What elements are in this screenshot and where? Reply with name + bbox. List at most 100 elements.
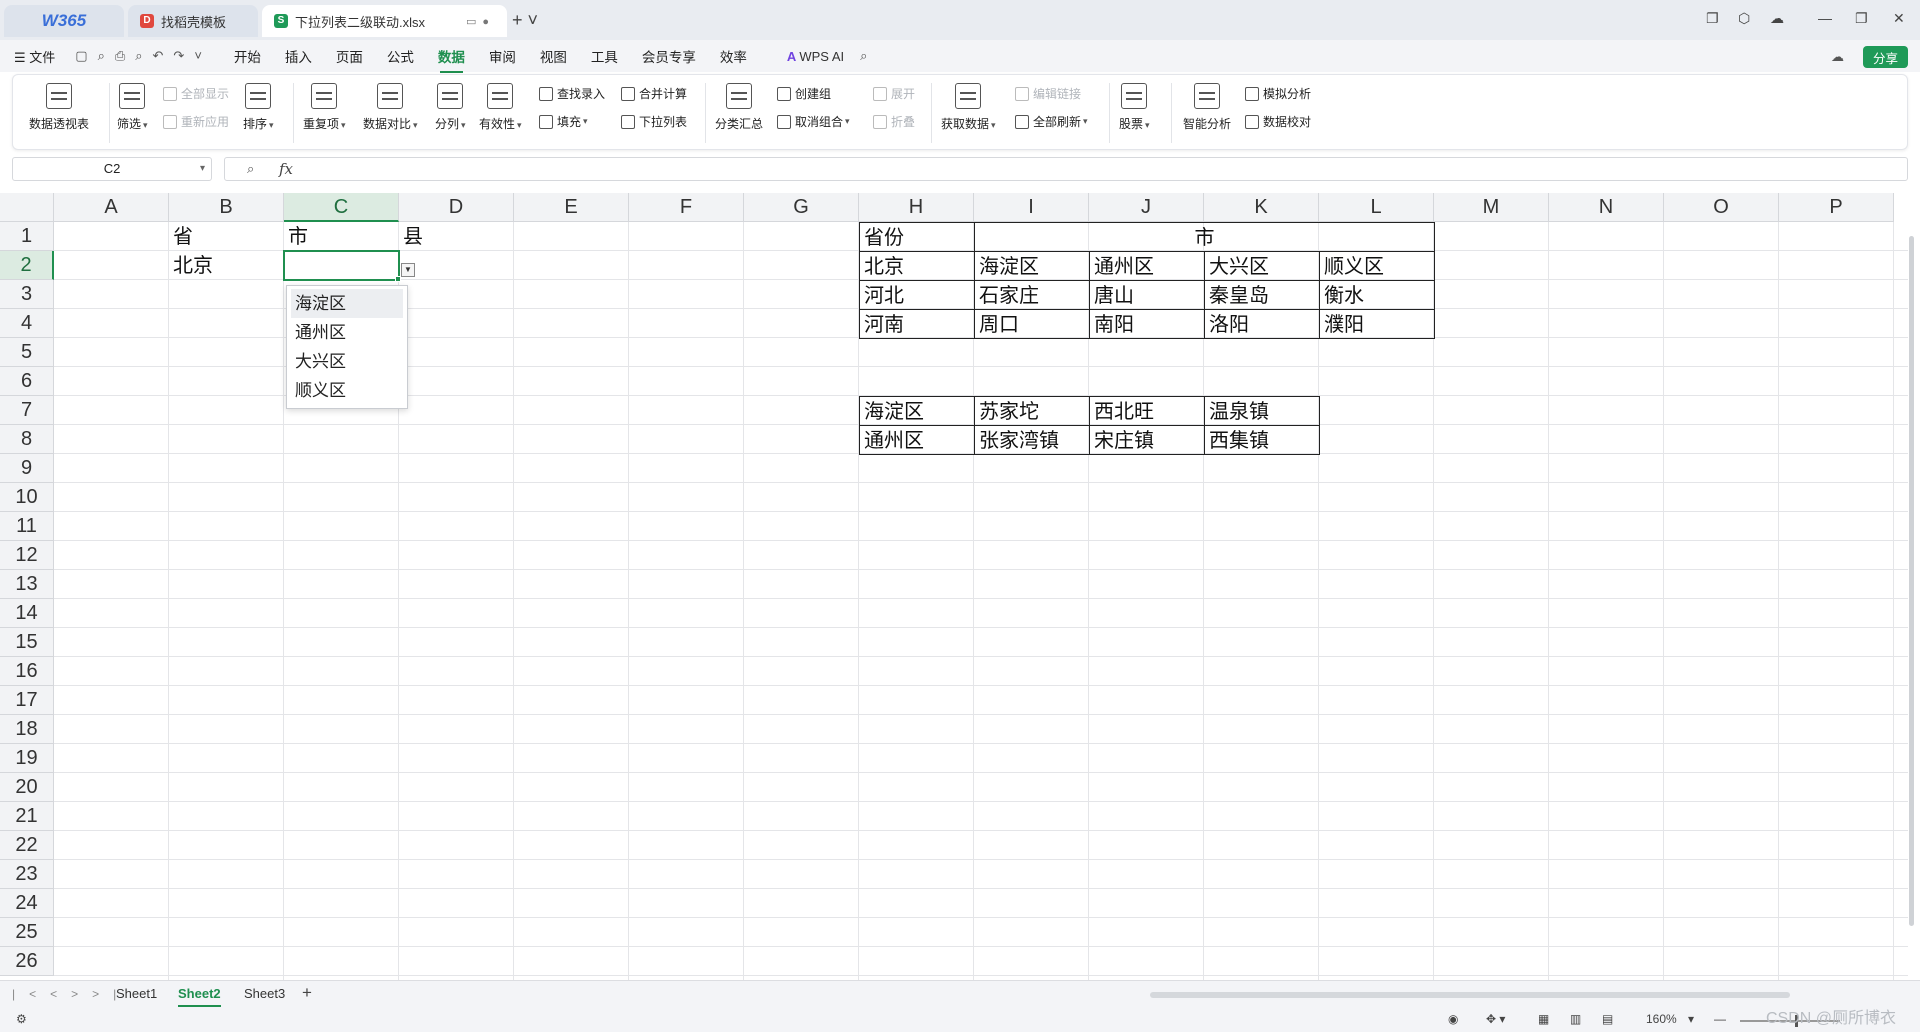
row-header-12[interactable]: 12 bbox=[0, 541, 54, 570]
column-header-c[interactable]: C bbox=[284, 193, 399, 222]
column-header-a[interactable]: A bbox=[54, 193, 169, 222]
row-header-5[interactable]: 5 bbox=[0, 338, 54, 367]
cell-l4[interactable]: 濮阳 bbox=[1319, 309, 1435, 339]
refresh-all-button[interactable]: 全部刷新 ▾ bbox=[1015, 113, 1088, 130]
row-header-11[interactable]: 11 bbox=[0, 512, 54, 541]
show-all-button[interactable]: 全部显示 bbox=[163, 85, 229, 102]
sheet-tab-sheet3[interactable]: Sheet3 bbox=[244, 986, 285, 1001]
zoom-formula-icon[interactable]: ⌕ bbox=[247, 161, 254, 177]
zoom-level[interactable]: 160% bbox=[1646, 1012, 1677, 1026]
row-header-14[interactable]: 14 bbox=[0, 599, 54, 628]
sort-button[interactable]: 排序 ▾ bbox=[243, 83, 274, 132]
wps-ai-button[interactable]: A WPS AI bbox=[787, 49, 844, 64]
tab-view[interactable]: 视图 bbox=[540, 46, 567, 66]
horizontal-scrollbar[interactable] bbox=[1150, 992, 1790, 998]
row-header-25[interactable]: 25 bbox=[0, 918, 54, 947]
row-header-2[interactable]: 2 bbox=[0, 251, 54, 280]
file-menu[interactable]: ☰ 文件 bbox=[14, 47, 55, 66]
column-header-h[interactable]: H bbox=[859, 193, 974, 222]
workbook-tab[interactable]: S 下拉列表二级联动.xlsx ▭● bbox=[262, 5, 507, 37]
row-header-10[interactable]: 10 bbox=[0, 483, 54, 512]
chevron-down-icon[interactable]: ▾ bbox=[200, 158, 205, 180]
row-header-16[interactable]: 16 bbox=[0, 657, 54, 686]
cell-h4[interactable]: 河南 bbox=[859, 309, 975, 339]
add-sheet-icon[interactable]: + bbox=[302, 983, 312, 1003]
row-header-17[interactable]: 17 bbox=[0, 686, 54, 715]
cell-l3[interactable]: 衡水 bbox=[1319, 280, 1435, 310]
row-header-18[interactable]: 18 bbox=[0, 715, 54, 744]
row-header-1[interactable]: 1 bbox=[0, 222, 54, 251]
template-tab[interactable]: D 找稻壳模板 bbox=[128, 5, 258, 37]
cell-i3[interactable]: 石家庄 bbox=[974, 280, 1090, 310]
restore-layout-icon[interactable]: ❐ bbox=[1706, 10, 1719, 27]
get-data-button[interactable]: 获取数据 ▾ bbox=[941, 83, 996, 132]
row-header-3[interactable]: 3 bbox=[0, 280, 54, 309]
tab-insert[interactable]: 插入 bbox=[285, 46, 312, 66]
cell-d1[interactable]: 县 bbox=[399, 222, 515, 252]
cell-i4[interactable]: 周口 bbox=[974, 309, 1090, 339]
cell-h8[interactable]: 通州区 bbox=[859, 425, 975, 455]
column-header-m[interactable]: M bbox=[1434, 193, 1549, 222]
select-all-corner[interactable] bbox=[0, 193, 54, 222]
maximize-icon[interactable]: ❐ bbox=[1855, 10, 1868, 27]
eye-protection-icon[interactable]: ◉ bbox=[1448, 1012, 1458, 1026]
tab-efficiency[interactable]: 效率 bbox=[720, 46, 747, 66]
vertical-scrollbar[interactable] bbox=[1906, 222, 1916, 974]
cell-c1[interactable]: 市 bbox=[284, 222, 400, 252]
wps-home-tab[interactable]: W365 bbox=[4, 5, 124, 37]
cell-i2[interactable]: 海淀区 bbox=[974, 251, 1090, 281]
column-header-d[interactable]: D bbox=[399, 193, 514, 222]
share-button[interactable]: 分享 bbox=[1862, 46, 1908, 68]
tab-data[interactable]: 数据 bbox=[438, 46, 465, 73]
lookup-entry-button[interactable]: 查找录入 bbox=[539, 85, 605, 102]
cloud-icon[interactable]: ☁ bbox=[1831, 49, 1844, 65]
smart-analysis-button[interactable]: 智能分析 bbox=[1183, 83, 1231, 132]
column-header-e[interactable]: E bbox=[514, 193, 629, 222]
column-header-n[interactable]: N bbox=[1549, 193, 1664, 222]
row-header-8[interactable]: 8 bbox=[0, 425, 54, 454]
stocks-button[interactable]: 股票 ▾ bbox=[1119, 83, 1150, 132]
column-header-l[interactable]: L bbox=[1319, 193, 1434, 222]
tab-member[interactable]: 会员专享 bbox=[642, 46, 696, 66]
cell-j3[interactable]: 唐山 bbox=[1089, 280, 1205, 310]
page-break-icon[interactable]: ▤ bbox=[1602, 1012, 1613, 1026]
row-header-26[interactable]: 26 bbox=[0, 947, 54, 976]
cell-j7[interactable]: 西北旺 bbox=[1089, 396, 1205, 426]
active-cell[interactable] bbox=[283, 250, 400, 281]
search-icon[interactable]: ⌕ bbox=[860, 48, 867, 64]
edit-links-button[interactable]: 编辑链接 bbox=[1015, 85, 1081, 102]
row-header-22[interactable]: 22 bbox=[0, 831, 54, 860]
cell-k3[interactable]: 秦皇岛 bbox=[1204, 280, 1320, 310]
split-column-button[interactable]: 分列 ▾ bbox=[435, 83, 466, 132]
zoom-dropdown-icon[interactable]: ▾ bbox=[1688, 1012, 1694, 1026]
cell-i1[interactable]: 市 bbox=[974, 222, 1435, 252]
what-if-button[interactable]: 模拟分析 bbox=[1245, 85, 1311, 102]
dropdown-option[interactable]: 顺义区 bbox=[287, 376, 407, 405]
subtotal-button[interactable]: 分类汇总 bbox=[715, 83, 763, 132]
cell-h2[interactable]: 北京 bbox=[859, 251, 975, 281]
new-tab-plus-icon[interactable]: + ˅ bbox=[512, 10, 538, 31]
column-header-p[interactable]: P bbox=[1779, 193, 1894, 222]
duplicates-button[interactable]: 重复项 ▾ bbox=[303, 83, 346, 132]
sheet-tab-sheet2[interactable]: Sheet2 bbox=[178, 986, 221, 1007]
row-header-19[interactable]: 19 bbox=[0, 744, 54, 773]
column-header-j[interactable]: J bbox=[1089, 193, 1204, 222]
row-header-7[interactable]: 7 bbox=[0, 396, 54, 425]
column-header-k[interactable]: K bbox=[1204, 193, 1319, 222]
dropdown-list-button[interactable]: 下拉列表 bbox=[621, 113, 687, 130]
column-header-b[interactable]: B bbox=[169, 193, 284, 222]
filter-button[interactable]: 筛选 ▾ bbox=[117, 83, 148, 132]
row-header-4[interactable]: 4 bbox=[0, 309, 54, 338]
row-header-21[interactable]: 21 bbox=[0, 802, 54, 831]
cell-l2[interactable]: 顺义区 bbox=[1319, 251, 1435, 281]
row-header-13[interactable]: 13 bbox=[0, 570, 54, 599]
cell-k2[interactable]: 大兴区 bbox=[1204, 251, 1320, 281]
tab-formula[interactable]: 公式 bbox=[387, 46, 414, 66]
cell-h1[interactable]: 省份 bbox=[859, 222, 975, 252]
ungroup-button[interactable]: 取消组合 ▾ bbox=[777, 113, 850, 130]
dropdown-option[interactable]: 大兴区 bbox=[287, 347, 407, 376]
zoom-out-icon[interactable]: — bbox=[1714, 1012, 1726, 1026]
cell-k7[interactable]: 温泉镇 bbox=[1204, 396, 1320, 426]
cell-k4[interactable]: 洛阳 bbox=[1204, 309, 1320, 339]
cell-h3[interactable]: 河北 bbox=[859, 280, 975, 310]
